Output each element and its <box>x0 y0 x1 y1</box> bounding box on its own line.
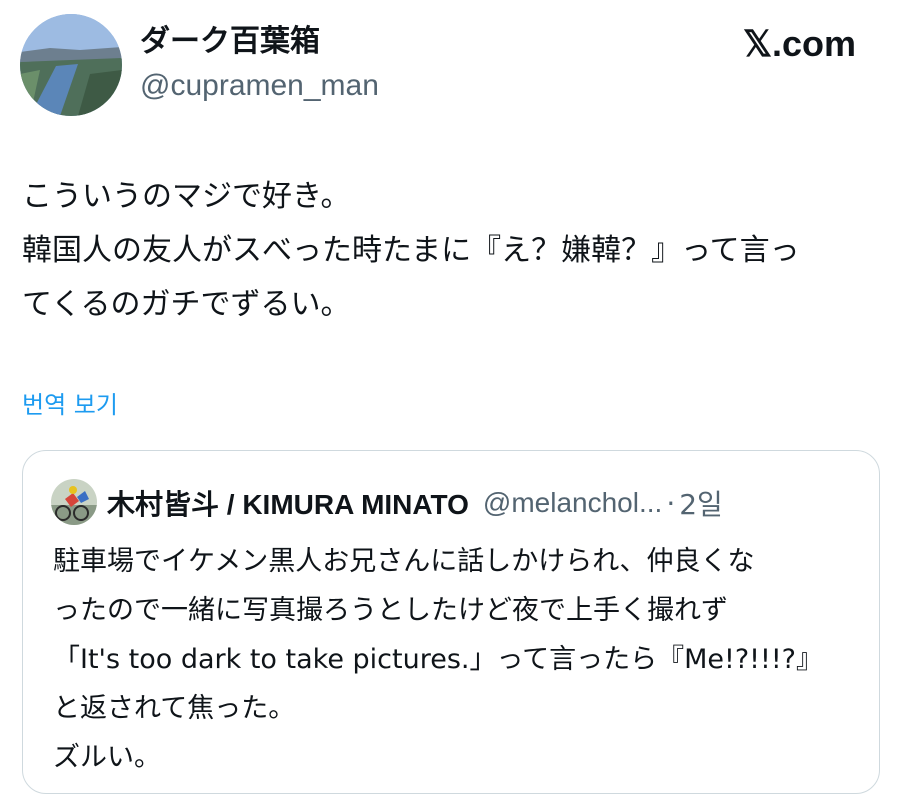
quote-author-avatar[interactable] <box>51 479 97 525</box>
quote-line: 「It's too dark to take pictures.」って言ったら『… <box>53 644 823 675</box>
quote-tweet-card[interactable]: 木村皆斗 / KIMURA MINATO @melanchol... · 2일 … <box>22 450 880 794</box>
tweet-text: こういうのマジで好き。 韓国人の友人がスべった時たまに『え？嫌韓？』って言っ て… <box>22 170 882 332</box>
quote-line: ったので一緒に写真撮ろうとしたけど夜で上手く撮れず <box>53 595 728 626</box>
river-landscape-avatar-icon <box>20 14 122 116</box>
tweet-line: 韓国人の友人がスべった時たまに『え？嫌韓？』って言っ <box>22 233 800 268</box>
quote-line: と返されて焦った。 <box>53 693 296 724</box>
quote-line: ズルい。 <box>53 742 161 773</box>
x-com-logo: 𝕏.com <box>742 23 856 64</box>
author-display-name[interactable]: ダーク百葉箱 <box>140 22 320 62</box>
quote-header: 木村皆斗 / KIMURA MINATO @melanchol... · 2일 <box>107 483 723 523</box>
quote-tweet-text: 駐車場でイケメン黒人お兄さんに話しかけられ、仲良くな ったので一緒に写真撮ろうと… <box>53 537 863 782</box>
quote-line: 駐車場でイケメン黒人お兄さんに話しかけられ、仲良くな <box>53 546 755 577</box>
author-avatar[interactable] <box>20 14 122 116</box>
cyclists-avatar-icon <box>51 479 97 525</box>
quote-author-name[interactable]: 木村皆斗 / KIMURA MINATO <box>107 483 469 523</box>
translate-link[interactable]: 번역 보기 <box>22 388 118 422</box>
tweet-line: てくるのガチでずるい。 <box>22 287 351 322</box>
tweet-line: こういうのマジで好き。 <box>22 179 351 214</box>
quote-author-handle[interactable]: @melanchol... <box>483 487 662 519</box>
author-handle[interactable]: @cupramen_man <box>140 66 379 106</box>
quote-timestamp: 2일 <box>679 488 723 521</box>
separator-dot: · <box>666 486 676 520</box>
